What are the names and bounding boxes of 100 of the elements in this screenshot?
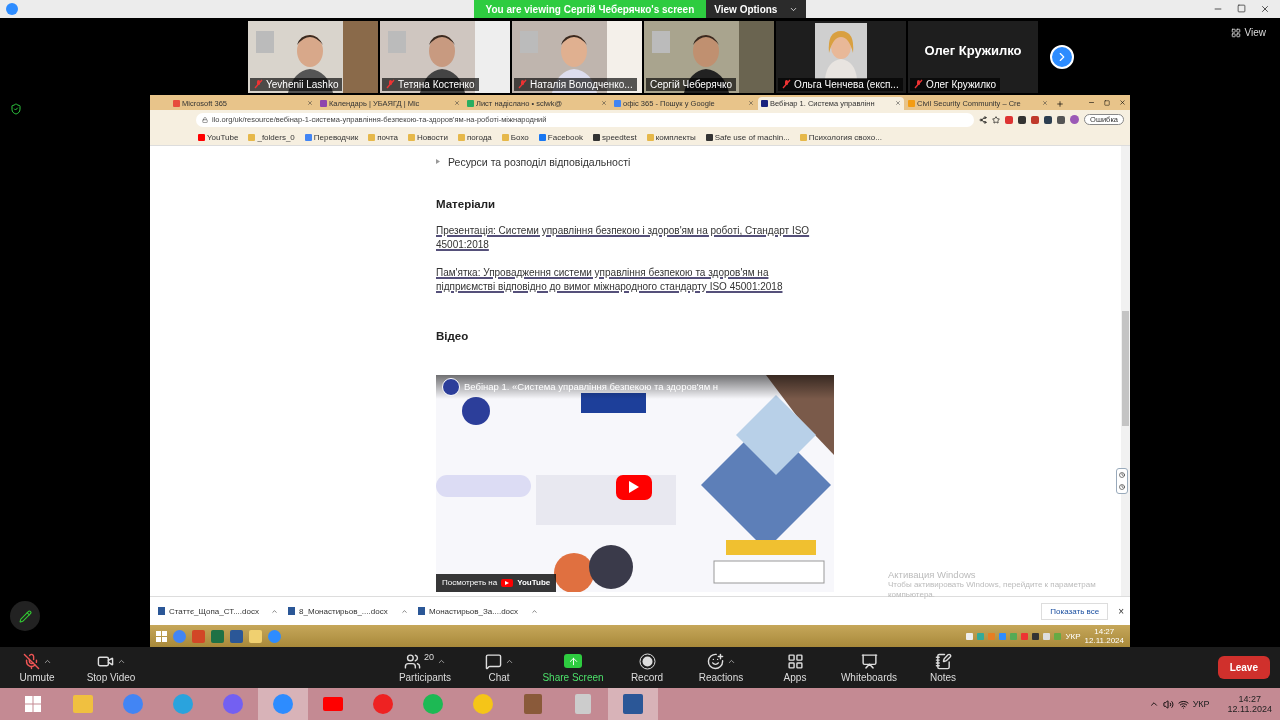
close-downloads-button[interactable]: × <box>1118 605 1124 617</box>
document-link[interactable]: Пам'ятка: Упровадження системи управління безпекою та здоров'ям на підприємстві відповідно до вимог міжнародного стандарту ISO 45001:2018 <box>436 265 821 294</box>
play-icon <box>629 481 639 494</box>
video-player[interactable]: Вебінар 1. «Система управління безпекою та здоров'ям н Посмотреть на YouTube <box>436 374 834 592</box>
toolbar-button[interactable]: Record <box>610 652 684 683</box>
bookmark-link[interactable]: Новости <box>407 132 448 142</box>
zoom-logo-icon <box>6 3 18 15</box>
chevron-up-icon[interactable] <box>1148 699 1159 709</box>
favicon-icon <box>614 99 621 107</box>
close-icon[interactable] <box>1119 98 1126 106</box>
close-icon[interactable] <box>1260 4 1270 14</box>
section-heading: Відео <box>436 329 470 342</box>
toolbar-button[interactable]: Stop Video <box>74 652 148 683</box>
bookmark-link[interactable]: комплекты <box>646 132 696 142</box>
participant-tile[interactable]: Сергій Чеберячко <box>644 20 774 93</box>
show-all-button[interactable]: Показать все <box>1041 602 1109 620</box>
toolbar-button[interactable]: Unmute <box>0 652 74 683</box>
notes-icon <box>934 652 952 670</box>
caret-icon[interactable] <box>531 607 538 615</box>
language-indicator[interactable]: УКР <box>1192 699 1210 709</box>
bookmark-link[interactable]: Safe use of machin... <box>705 132 790 142</box>
leave-button[interactable]: Leave <box>1217 656 1270 679</box>
bookmark-link[interactable]: YouTube <box>198 132 239 142</box>
participant-name-label: Олег Кружилко <box>910 77 1001 91</box>
caret-icon[interactable] <box>401 607 408 615</box>
toolbar-button[interactable]: Notes <box>906 652 980 683</box>
windows-logo-icon[interactable] <box>156 630 167 642</box>
favicon-icon <box>173 99 180 107</box>
viewing-banner: You are viewing Сергій Чеберячко's screen <box>473 0 707 18</box>
favicon-icon <box>198 133 205 141</box>
profile-avatar[interactable] <box>1070 115 1080 125</box>
side-widget[interactable] <box>1116 467 1128 494</box>
participant-name-label: Наталія Володченко... <box>514 77 637 91</box>
smiley-icon <box>706 652 724 670</box>
annotate-button[interactable] <box>10 601 40 631</box>
download-item[interactable]: 8_Монастирьов_....docx <box>288 606 408 616</box>
windows-logo-icon[interactable] <box>25 696 41 712</box>
maximize-icon[interactable] <box>1237 4 1246 13</box>
view-options-button[interactable]: View Options <box>706 0 807 18</box>
download-item[interactable]: Монастирьов_За....docx <box>418 606 538 616</box>
bookmark-link[interactable]: _folders_0 <box>248 132 295 142</box>
new-tab-icon[interactable] <box>1056 99 1064 108</box>
excel-icon[interactable] <box>211 629 224 643</box>
grid-icon <box>1230 27 1241 38</box>
shield-icon[interactable] <box>10 103 22 115</box>
toolbar-button[interactable]: Share Screen <box>536 652 610 683</box>
participant-tile[interactable]: Тетяна Костенко <box>380 20 510 93</box>
participant-tile[interactable]: Ольга Ченчева (експ... <box>776 20 906 93</box>
favicon-icon <box>501 133 509 141</box>
favicon-icon <box>457 133 465 141</box>
scroll-bar[interactable] <box>1121 145 1130 597</box>
bookmark-link[interactable]: speedtest <box>592 132 637 142</box>
bookmark-link[interactable]: Переводчик <box>304 132 359 142</box>
speaker-icon[interactable] <box>1162 698 1174 710</box>
caret-icon[interactable] <box>271 607 278 615</box>
toolbar-button[interactable]: Reactions <box>684 652 758 683</box>
participant-tile[interactable]: Наталія Володченко... <box>512 20 642 93</box>
network-icon[interactable] <box>1177 698 1189 710</box>
phone-chat-icon[interactable] <box>223 694 243 714</box>
muted-mic-icon <box>914 79 923 89</box>
bookmark-link[interactable]: погода <box>457 132 492 142</box>
word-icon[interactable] <box>230 629 243 643</box>
zoom-app-icon[interactable] <box>273 694 293 714</box>
participant-tile[interactable]: Yevhenii Lashko <box>248 20 378 93</box>
favicon-icon <box>467 99 474 107</box>
document-icon <box>158 607 165 616</box>
share-icon[interactable] <box>979 115 988 124</box>
next-page-button[interactable] <box>1050 44 1074 69</box>
bookmark-link[interactable]: Психология свохо... <box>799 132 882 142</box>
bookmark-link[interactable]: Бохо <box>501 132 529 142</box>
toolbar-button[interactable]: Apps <box>758 652 832 683</box>
browser-icon[interactable] <box>173 629 186 643</box>
bookmark-link[interactable]: почта <box>368 132 398 142</box>
maximize-icon[interactable] <box>1104 99 1110 106</box>
participant-count: 20 <box>424 652 434 662</box>
activation-title: Активация Windows <box>888 568 977 580</box>
favicon-icon <box>304 133 312 141</box>
powerpoint-icon[interactable] <box>192 629 205 643</box>
star-icon[interactable] <box>992 115 1001 124</box>
record-icon <box>638 652 656 670</box>
close-icon[interactable] <box>895 100 901 107</box>
folder-icon[interactable] <box>249 629 262 643</box>
muted-mic-icon <box>386 79 395 89</box>
zoom-app-icon[interactable] <box>268 629 281 643</box>
toolbar-button[interactable]: Whiteboards <box>832 652 906 683</box>
toolbar-button[interactable]: Chat <box>462 652 536 683</box>
bookmark-link[interactable]: Facebook <box>538 132 583 142</box>
participant-display-name: Олег Кружилко <box>924 43 1022 58</box>
download-item[interactable]: Статтє_Щопа_СТ....docx <box>158 606 278 616</box>
favicon-icon <box>646 133 654 141</box>
document-link[interactable]: Презентація: Системи управління безпекою і здоров'ям на роботі, Стандарт ISO 45001:2018 <box>436 223 821 252</box>
participant-name-label: Yevhenii Lashko <box>250 77 343 91</box>
toolbar-button[interactable]: 20 Participants <box>388 652 462 683</box>
favicon-icon <box>368 133 376 141</box>
participant-name-label: Тетяна Костенко <box>382 77 479 91</box>
participant-tile[interactable]: Олег Кружилко Олег Кружилко <box>908 20 1038 93</box>
whiteboard-icon <box>860 652 878 670</box>
view-button[interactable]: View <box>1224 26 1272 39</box>
play-button[interactable] <box>616 474 652 500</box>
taskbar-clock[interactable]: 14:27 12.11.2024 <box>1227 694 1272 714</box>
